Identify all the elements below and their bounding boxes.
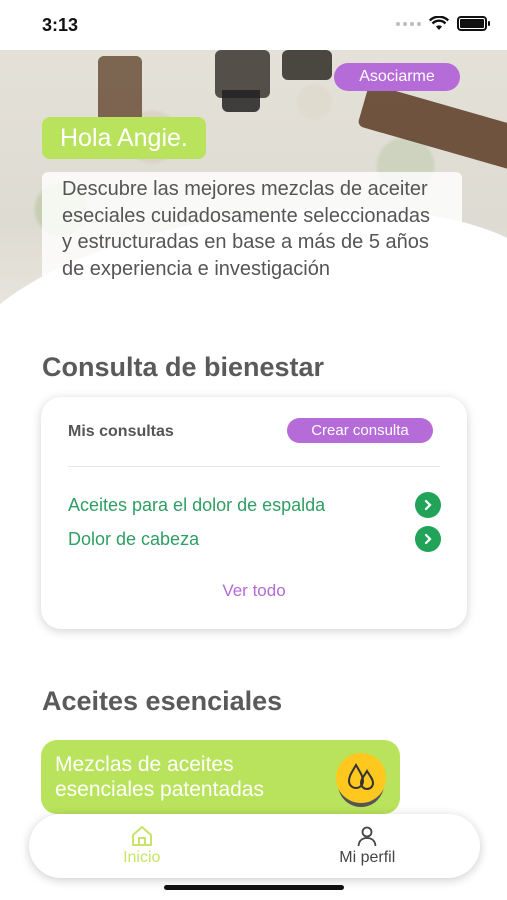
dropper-image (222, 90, 260, 112)
divider (68, 466, 440, 467)
create-consultation-button[interactable]: Crear consulta (287, 418, 433, 443)
chevron-right-icon[interactable] (415, 492, 441, 518)
see-all-link[interactable]: Ver todo (41, 581, 467, 601)
home-icon (131, 826, 152, 846)
chevron-right-icon[interactable] (415, 526, 441, 552)
patented-blends-card[interactable]: Mezclas de aceites esenciales patentadas (41, 740, 400, 814)
wellness-section-title: Consulta de bienestar (42, 352, 325, 382)
tab-profile[interactable]: Mi perfil (255, 814, 481, 878)
greeting-label: Hola Angie. (42, 117, 206, 159)
tab-home[interactable]: Inicio (29, 814, 255, 878)
join-button[interactable]: Asociarme (334, 63, 460, 91)
patented-blends-label: Mezclas de aceites esenciales patentadas (55, 753, 264, 801)
tab-home-label: Inicio (123, 849, 161, 866)
consultation-item[interactable]: Aceites para el dolor de espalda (68, 491, 441, 519)
oil-drops-icon (336, 753, 386, 803)
consultation-item[interactable]: Dolor de cabeza (68, 525, 441, 553)
consultation-item-label: Aceites para el dolor de espalda (68, 494, 326, 515)
user-icon (357, 826, 377, 847)
intro-text: Descubre las mejores mezclas de aceiter … (42, 172, 462, 288)
my-consultations-label: Mis consultas (68, 423, 174, 440)
home-indicator[interactable] (164, 885, 344, 890)
oils-section-title: Aceites esenciales (42, 686, 283, 716)
status-bar: 3:13 (0, 0, 507, 50)
status-icons (396, 16, 490, 31)
consultation-item-label: Dolor de cabeza (68, 528, 200, 549)
tab-profile-label: Mi perfil (339, 849, 396, 866)
battery-icon (457, 16, 490, 31)
status-time: 3:13 (42, 15, 79, 35)
wifi-icon (429, 16, 449, 30)
bottom-tab-bar: Inicio Mi perfil (29, 814, 480, 878)
consultations-card: Mis consultas Crear consulta Aceites par… (41, 397, 467, 629)
oil-bottle-image (282, 50, 332, 80)
cellular-signal-icon (396, 21, 421, 26)
